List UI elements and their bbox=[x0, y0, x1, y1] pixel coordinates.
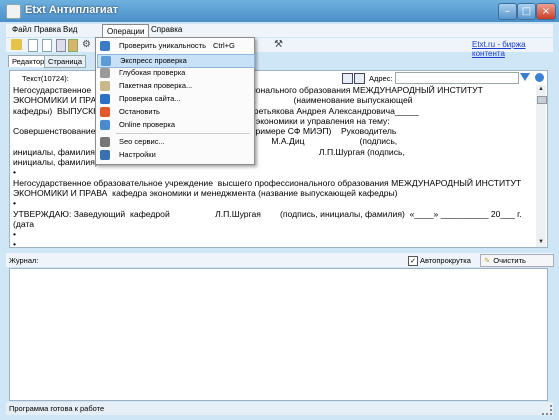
autoscroll-checkbox[interactable]: ✓ bbox=[408, 256, 418, 266]
menu-item-label: Seo сервис... bbox=[119, 137, 165, 146]
toolbar: ⚙ ⚒ Etxt.ru - биржа контента bbox=[6, 38, 553, 58]
address-input[interactable] bbox=[395, 72, 519, 84]
document-text[interactable]: Негосударственное высшего профессиональн… bbox=[13, 85, 535, 248]
maximize-button[interactable]: □ bbox=[517, 3, 536, 20]
menu-item-seo[interactable]: Seo сервис... bbox=[97, 136, 253, 148]
editor-panel: Текст(10724): Адрес: Негосударственное в… bbox=[9, 70, 548, 248]
stop-icon bbox=[100, 107, 110, 117]
document-line: (дата bbox=[13, 218, 35, 229]
seo-icon bbox=[100, 137, 110, 147]
deep-check-icon bbox=[100, 68, 110, 78]
document-line: • bbox=[13, 229, 17, 240]
document-line: ЭКОНОМИКИ И ПРАВА кафедра экономики и ме… bbox=[13, 187, 398, 198]
tab-editor[interactable]: Редактор bbox=[8, 55, 49, 67]
document-line: Негосударственное высшего профессиональн… bbox=[13, 85, 483, 95]
search-tool-icon[interactable]: ⚙ bbox=[82, 39, 93, 50]
menu-edit[interactable]: Правка bbox=[34, 25, 61, 34]
journal-header: Журнал: ✓ Автопрокрутка ✎Очистить журнал bbox=[6, 253, 554, 276]
document-line: ение очное Факультет экономики и управле… bbox=[144, 115, 390, 126]
address-label: Адрес: bbox=[369, 74, 393, 83]
scroll-thumb[interactable] bbox=[537, 96, 547, 104]
document-line: инициалы, фамилия) кафедрой Л.П.Шургая (… bbox=[13, 146, 405, 157]
menu-item-label: Пакетная проверка... bbox=[119, 81, 193, 90]
tab-strip: Редактор Страница bbox=[6, 54, 553, 68]
menu-bar: Файл Правка Вид Операции Справка bbox=[6, 24, 553, 38]
menu-operations[interactable]: Операции bbox=[102, 24, 150, 38]
menu-item-settings[interactable]: Настройки bbox=[97, 149, 253, 161]
tab-page[interactable]: Страница bbox=[44, 55, 86, 68]
menu-file[interactable]: Файл bbox=[12, 25, 32, 34]
title-bar[interactable]: Etxt Антиплагиат – □ × bbox=[0, 0, 559, 22]
view-mode-icon[interactable] bbox=[342, 73, 353, 84]
menu-item-label: Остановить bbox=[119, 107, 160, 116]
status-bar: Программа готова к работе bbox=[6, 402, 553, 415]
filter-icon[interactable] bbox=[520, 73, 530, 81]
app-icon bbox=[6, 4, 21, 19]
site-check-icon bbox=[100, 94, 110, 104]
editor-scrollbar[interactable]: ▲ ▼ bbox=[536, 85, 547, 247]
resize-grip-icon[interactable] bbox=[542, 405, 552, 415]
page-mode-icon[interactable] bbox=[354, 73, 365, 84]
window-title: Etxt Антиплагиат bbox=[25, 4, 119, 16]
document-line: • bbox=[13, 239, 17, 248]
menu-item-label: Настройки bbox=[119, 150, 156, 159]
operations-menu: Проверить уникальность Ctrl+G Экспресс про… bbox=[95, 37, 255, 165]
menu-item-label: Экспресс проверка bbox=[120, 56, 187, 65]
document-line: инициалы, фамилия) 2012 bbox=[13, 157, 200, 168]
batch-check-icon bbox=[100, 81, 110, 91]
menu-item-site-check[interactable]: Проверка сайта... bbox=[97, 93, 253, 105]
copy-icon[interactable] bbox=[56, 39, 66, 52]
settings-icon bbox=[100, 150, 110, 160]
menu-item-batch-check[interactable]: Пакетная проверка... bbox=[97, 80, 253, 92]
menu-view[interactable]: Вид bbox=[63, 25, 77, 34]
new-document-icon[interactable] bbox=[28, 39, 38, 52]
document-line: кафедры) ВЫПУСКНО студента Третьякова Ан… bbox=[13, 105, 419, 116]
app-window: Etxt Антиплагиат – □ × Файл Правка Вид О… bbox=[0, 0, 559, 420]
journal-label: Журнал: bbox=[9, 256, 39, 265]
journal-panel[interactable] bbox=[9, 268, 548, 401]
menu-item-label: Проверить уникальность bbox=[119, 41, 206, 50]
text-count: Текст(10724): bbox=[22, 74, 69, 83]
express-check-icon bbox=[101, 56, 111, 66]
scroll-down-icon[interactable]: ▼ bbox=[537, 238, 545, 246]
menu-item-search[interactable]: Проверить уникальность Ctrl+G bbox=[97, 40, 253, 52]
menu-item-shortcut: Ctrl+G bbox=[213, 41, 235, 50]
search-icon bbox=[100, 41, 110, 51]
status-text: Программа готова к работе bbox=[9, 404, 105, 413]
document-line: ние) М.А.Диц (подпись, bbox=[144, 136, 398, 147]
document-line: ЭКОНОМИКИ И ПРАВА и менеджмента (наимено… bbox=[13, 95, 413, 106]
menu-item-label: Проверка сайта... bbox=[119, 94, 181, 103]
menu-item-label: Глубокая проверка bbox=[119, 68, 186, 77]
minimize-button[interactable]: – bbox=[498, 3, 517, 20]
document-line: • bbox=[13, 198, 17, 209]
menu-help[interactable]: Справка bbox=[151, 25, 182, 34]
open-folder-icon[interactable] bbox=[11, 39, 22, 50]
menu-item-deep-check[interactable]: Глубокая проверка bbox=[97, 67, 253, 79]
document-line: Совершенствование в организации (на прим… bbox=[13, 126, 397, 137]
go-icon[interactable] bbox=[535, 73, 544, 82]
document-line: Негосударственное образовательное учрежд… bbox=[13, 177, 522, 188]
clear-journal-button[interactable]: ✎Очистить журнал bbox=[480, 254, 554, 276]
document-line: УТВЕРЖДАЮ: Заведующий кафедрой Л.П.Шурга… bbox=[13, 208, 522, 219]
close-button[interactable]: × bbox=[536, 3, 556, 20]
document-line: • bbox=[13, 167, 17, 178]
menu-item-label: Online проверка bbox=[119, 120, 176, 129]
broom-icon: ✎ bbox=[484, 256, 491, 265]
paste-icon[interactable] bbox=[68, 39, 78, 52]
menu-item-stop[interactable]: Остановить bbox=[97, 106, 253, 118]
hammer-icon[interactable]: ⚒ bbox=[274, 39, 285, 50]
scroll-up-icon[interactable]: ▲ bbox=[537, 85, 545, 93]
menu-separator bbox=[116, 133, 250, 134]
save-icon[interactable] bbox=[42, 39, 52, 52]
editor-header: Текст(10724): Адрес: bbox=[10, 71, 547, 85]
autoscroll-label: Автопрокрутка bbox=[420, 256, 471, 265]
menu-item-online-check[interactable]: Online проверка bbox=[97, 119, 253, 131]
online-check-icon bbox=[100, 120, 110, 130]
menu-item-express-check[interactable]: Экспресс проверка bbox=[97, 54, 255, 68]
